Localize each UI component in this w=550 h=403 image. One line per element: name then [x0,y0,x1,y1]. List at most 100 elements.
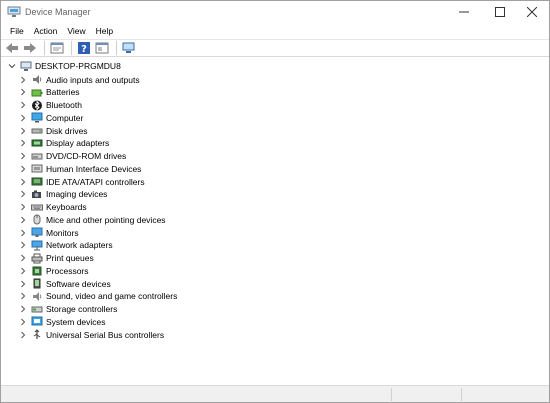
tree-category-row[interactable]: Software devices [18,277,111,290]
tree-category-row[interactable]: Batteries [18,86,80,99]
hid-icon [31,163,43,174]
expand-chevron-icon[interactable] [18,87,28,97]
expand-chevron-icon[interactable] [18,177,28,187]
window-title: Device Manager [25,7,91,17]
monitor-icon [31,227,43,238]
menu-view[interactable]: View [62,23,90,39]
tree-category-row[interactable]: Universal Serial Bus controllers [18,328,164,341]
tree-category-row[interactable]: Bluetooth [18,99,82,112]
tree-category-row[interactable]: Imaging devices [18,188,107,201]
tree-root-computer[interactable]: DESKTOP-PRGMDU8 [7,60,121,73]
keyboard-icon [31,202,43,213]
expand-chevron-icon[interactable] [18,266,28,276]
category-label: Network adapters [46,240,113,251]
expand-chevron-icon[interactable] [18,151,28,161]
expand-chevron-icon[interactable] [18,126,28,136]
tree-category-row[interactable]: Sound, video and game controllers [18,290,177,303]
sound-controller-icon [31,291,43,302]
expand-chevron-icon[interactable] [18,330,28,340]
storage-controller-icon [31,304,43,315]
usb-icon [31,329,43,340]
mouse-icon [31,214,43,225]
software-device-icon [31,278,43,289]
expand-chevron-icon[interactable] [18,215,28,225]
tree-category-row[interactable]: Disk drives [18,124,88,137]
device-tree[interactable]: DESKTOP-PRGMDU8 Audio inputs and outputs… [1,58,549,384]
expand-chevron-icon[interactable] [18,138,28,148]
expand-chevron-icon[interactable] [18,240,28,250]
maximize-button[interactable] [483,1,517,23]
forward-button[interactable] [22,41,38,55]
expand-chevron-icon[interactable] [18,100,28,110]
category-label: Disk drives [46,125,88,136]
toolbar: ? [1,39,549,57]
tree-category-row[interactable]: Processors [18,265,89,278]
scan-hardware-button[interactable] [121,41,137,55]
back-button[interactable] [4,41,20,55]
menu-file[interactable]: File [5,23,29,39]
bluetooth-icon [31,100,43,111]
category-label: Display adapters [46,138,110,149]
category-label: Imaging devices [46,189,108,200]
menu-help[interactable]: Help [91,23,118,39]
scan-hardware-icon [122,42,135,53]
collapse-chevron-icon[interactable] [7,61,17,71]
tree-category-row[interactable]: Mice and other pointing devices [18,214,166,227]
display-adapter-icon [31,138,43,149]
root-label: DESKTOP-PRGMDU8 [35,61,121,72]
close-button[interactable] [515,1,549,23]
expand-chevron-icon[interactable] [18,304,28,314]
expand-chevron-icon[interactable] [18,202,28,212]
show-hide-button[interactable] [94,41,110,55]
category-label: Computer [46,112,84,123]
category-label: Monitors [46,227,79,238]
expand-chevron-icon[interactable] [18,75,28,85]
device-manager-window: Device Manager File Action View Help ? D… [0,0,550,403]
tree-category-row[interactable]: Display adapters [18,137,109,150]
forward-icon [24,43,36,53]
expand-chevron-icon[interactable] [18,228,28,238]
tree-category-row[interactable]: Audio inputs and outputs [18,73,140,86]
tree-category-row[interactable]: DVD/CD-ROM drives [18,150,126,163]
tree-category-row[interactable]: Computer [18,112,83,125]
printer-icon [31,253,43,264]
tree-category-row[interactable]: Monitors [18,226,79,239]
status-panel-divider [461,388,462,401]
category-label: Keyboards [46,202,87,213]
expand-chevron-icon[interactable] [18,189,28,199]
expand-chevron-icon[interactable] [18,291,28,301]
back-icon [6,43,18,53]
minimize-button[interactable] [447,1,481,23]
ide-controller-icon [31,176,43,187]
category-label: Human Interface Devices [46,163,142,174]
toolbar-separator [44,41,45,55]
status-bar [1,385,549,402]
tree-category-row[interactable]: System devices [18,316,106,329]
tree-category-row[interactable]: Storage controllers [18,303,117,316]
show-hide-icon [95,42,109,54]
title-bar[interactable]: Device Manager [1,1,549,23]
expand-chevron-icon[interactable] [18,164,28,174]
expand-chevron-icon[interactable] [18,253,28,263]
processor-icon [31,265,43,276]
properties-icon [50,42,64,54]
expand-chevron-icon[interactable] [18,279,28,289]
speaker-icon [31,74,43,85]
expand-chevron-icon[interactable] [18,113,28,123]
battery-icon [31,87,43,98]
tree-category-row[interactable]: Keyboards [18,201,87,214]
tree-category-row[interactable]: Print queues [18,252,94,265]
category-label: System devices [46,316,106,327]
tree-category-row[interactable]: Network adapters [18,239,113,252]
computer-root-icon [20,61,32,72]
help-button[interactable]: ? [76,41,92,55]
properties-button[interactable] [49,41,65,55]
tree-category-row[interactable]: IDE ATA/ATAPI controllers [18,175,145,188]
tree-category-row[interactable]: Human Interface Devices [18,163,141,176]
expand-chevron-icon[interactable] [18,317,28,327]
device-manager-app-icon [7,6,21,18]
disk-drive-icon [31,125,43,136]
category-label: Storage controllers [46,304,118,315]
menu-action[interactable]: Action [29,23,63,39]
category-label: IDE ATA/ATAPI controllers [46,176,145,187]
